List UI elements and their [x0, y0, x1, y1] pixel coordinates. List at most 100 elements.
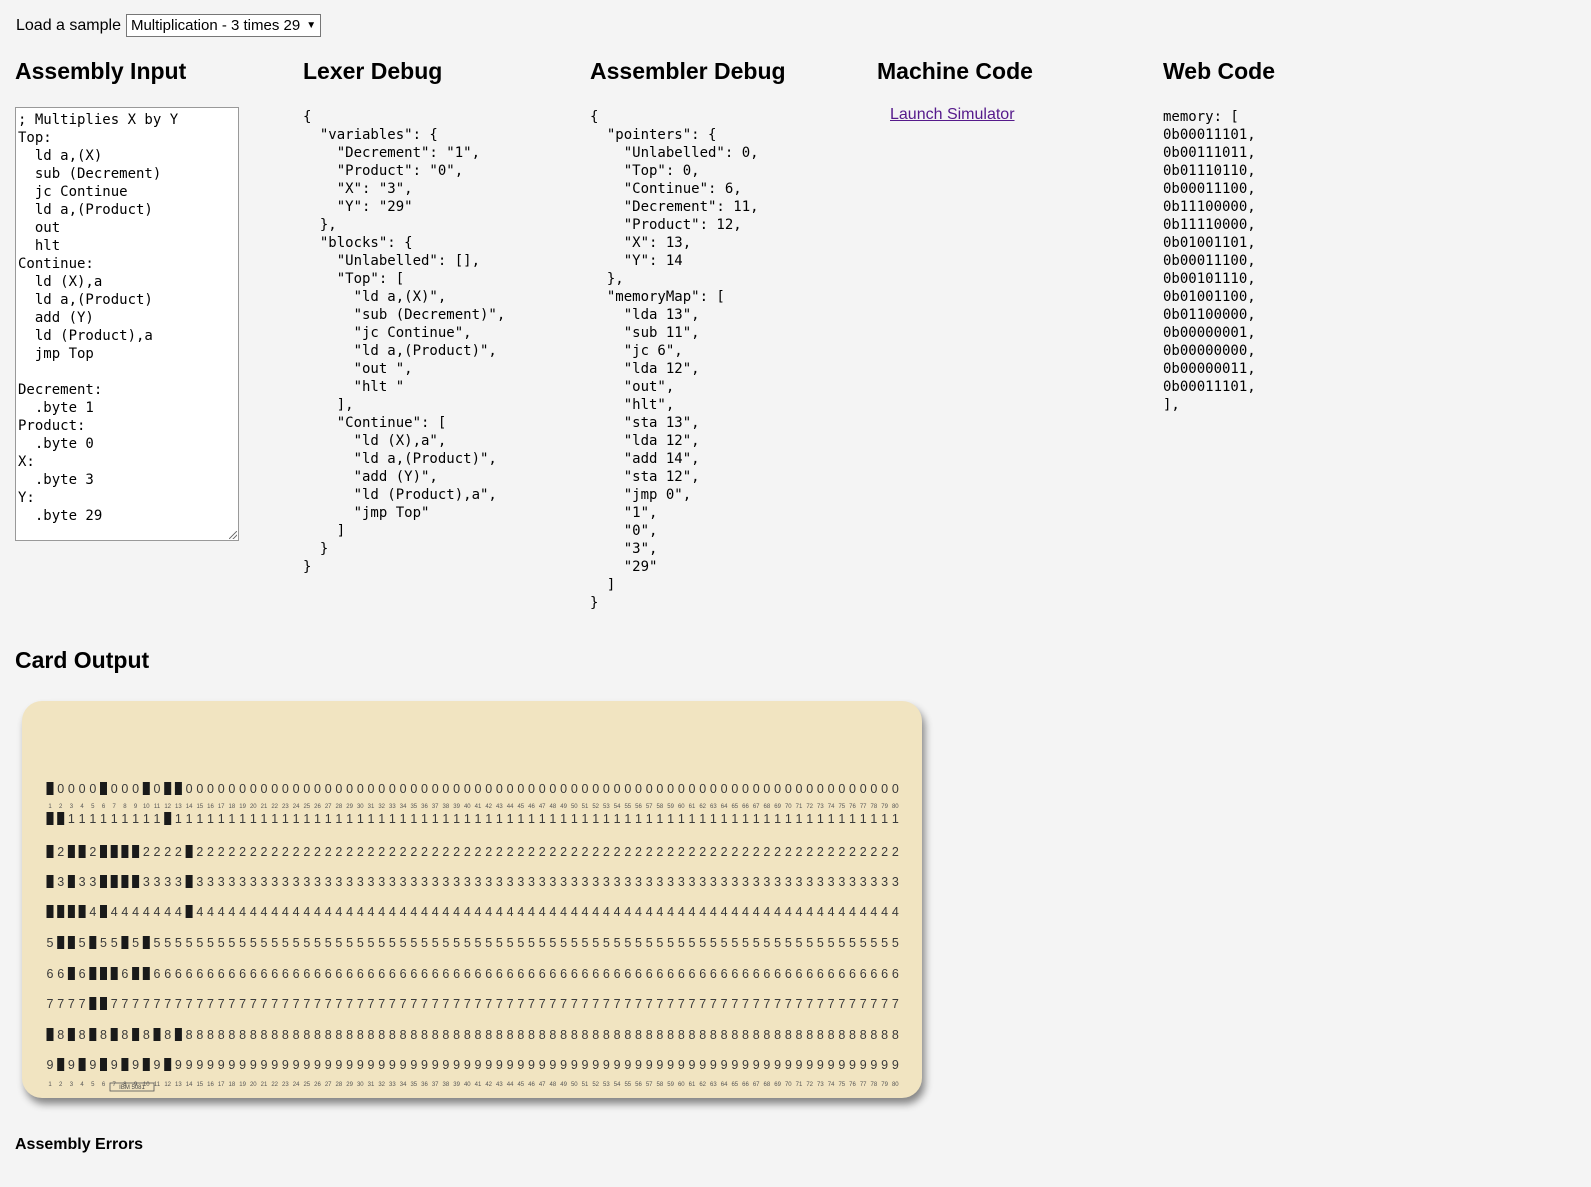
card-digit: 0	[196, 782, 203, 796]
card-digit: 8	[507, 1028, 514, 1042]
card-digit: 7	[335, 997, 342, 1011]
card-digit: 6	[539, 967, 546, 981]
card-digit: 7	[731, 997, 738, 1011]
column-number: 16	[207, 1082, 214, 1088]
card-digit: 1	[881, 812, 888, 826]
card-digit: 9	[239, 1058, 246, 1072]
card-digit: 0	[239, 782, 246, 796]
card-digit: 6	[314, 967, 321, 981]
card-digit: 3	[828, 875, 835, 889]
column-number: 73	[817, 804, 824, 810]
card-digit: 3	[817, 875, 824, 889]
card-digit: 2	[453, 845, 460, 859]
card-digit: 7	[753, 997, 760, 1011]
card-digit: 3	[410, 875, 417, 889]
card-digit: 1	[89, 812, 96, 826]
card-digit: 7	[774, 997, 781, 1011]
card-digit: 6	[742, 967, 749, 981]
card-digit: 0	[656, 782, 663, 796]
punched-hole	[185, 905, 193, 918]
card-digit: 2	[721, 845, 728, 859]
column-number: 80	[892, 804, 899, 810]
card-digit: 1	[571, 812, 578, 826]
card-digit: 9	[250, 1058, 257, 1072]
card-digit: 2	[603, 845, 610, 859]
card-digit: 1	[539, 812, 546, 826]
card-digit: 1	[678, 812, 685, 826]
resize-handle-icon[interactable]	[229, 531, 237, 539]
card-digit: 8	[828, 1028, 835, 1042]
card-digit: 2	[400, 845, 407, 859]
card-digit: 7	[806, 997, 813, 1011]
card-digit: 3	[464, 875, 471, 889]
card-digit: 7	[656, 997, 663, 1011]
card-digit: 8	[517, 1028, 524, 1042]
card-digit: 7	[57, 997, 64, 1011]
card-digit: 9	[667, 1058, 674, 1072]
card-digit: 6	[303, 967, 310, 981]
card-digit: 1	[806, 812, 813, 826]
card-digit: 0	[571, 782, 578, 796]
column-number: 18	[229, 804, 236, 810]
card-digit: 6	[79, 967, 86, 981]
card-digit: 7	[496, 997, 503, 1011]
card-digit: 7	[849, 997, 856, 1011]
card-digit: 7	[186, 997, 193, 1011]
card-digit: 9	[389, 1058, 396, 1072]
card-digit: 8	[635, 1028, 642, 1042]
machine-code-heading: Machine Code	[877, 58, 1033, 84]
card-digit: 3	[293, 875, 300, 889]
card-digit: 2	[464, 845, 471, 859]
card-digit: 2	[507, 845, 514, 859]
column-number: 24	[293, 804, 300, 810]
card-digit: 3	[635, 875, 642, 889]
card-digit: 0	[517, 782, 524, 796]
card-digit: 2	[656, 845, 663, 859]
card-digit: 8	[218, 1028, 225, 1042]
card-digit: 8	[368, 1028, 375, 1042]
column-number: 65	[731, 1082, 738, 1088]
punched-hole	[89, 1028, 97, 1041]
sample-selector-label: Load a sample	[16, 16, 121, 34]
card-digit: 3	[89, 875, 96, 889]
card-digit: 4	[689, 905, 696, 919]
card-digit: 1	[410, 812, 417, 826]
card-digit: 9	[603, 1058, 610, 1072]
column-number: 6	[102, 804, 106, 810]
punched-hole	[121, 1058, 129, 1071]
card-digit: 5	[763, 936, 770, 950]
column-number: 48	[550, 804, 557, 810]
card-digit: 7	[432, 997, 439, 1011]
card-digit: 9	[785, 1058, 792, 1072]
card-digit: 8	[838, 1028, 845, 1042]
card-digit: 4	[507, 905, 514, 919]
card-digit: 2	[293, 845, 300, 859]
launch-simulator-link[interactable]: Launch Simulator	[890, 106, 1015, 124]
card-digit: 9	[731, 1058, 738, 1072]
sample-select[interactable]: Multiplication - 3 times 29 ▼	[125, 14, 322, 37]
card-digit: 5	[806, 936, 813, 950]
punched-hole	[100, 997, 107, 1010]
card-digit: 1	[186, 812, 193, 826]
column-number: 78	[871, 1082, 878, 1088]
card-digit: 2	[496, 845, 503, 859]
punched-hole	[57, 936, 65, 949]
card-digit: 2	[378, 845, 385, 859]
card-digit: 2	[646, 845, 653, 859]
card-digit: 3	[239, 875, 246, 889]
card-digit: 9	[475, 1058, 482, 1072]
card-digit: 1	[710, 812, 717, 826]
card-digit: 4	[678, 905, 685, 919]
card-digit: 2	[667, 845, 674, 859]
card-digit: 5	[592, 936, 599, 950]
card-digit: 2	[314, 845, 321, 859]
card-digit: 1	[432, 812, 439, 826]
card-digit: 1	[79, 812, 86, 826]
column-number: 27	[325, 804, 332, 810]
sample-select-value: Multiplication - 3 times 29	[130, 17, 301, 34]
assembly-input-textarea[interactable]: ; Multiplies X by Y Top: ld a,(X) sub (D…	[15, 107, 239, 541]
card-digit: 9	[293, 1058, 300, 1072]
assembler-debug-output: { "pointers": { "Unlabelled": 0, "Top": …	[590, 109, 759, 611]
card-digit: 4	[539, 905, 546, 919]
column-number: 19	[239, 1082, 246, 1088]
